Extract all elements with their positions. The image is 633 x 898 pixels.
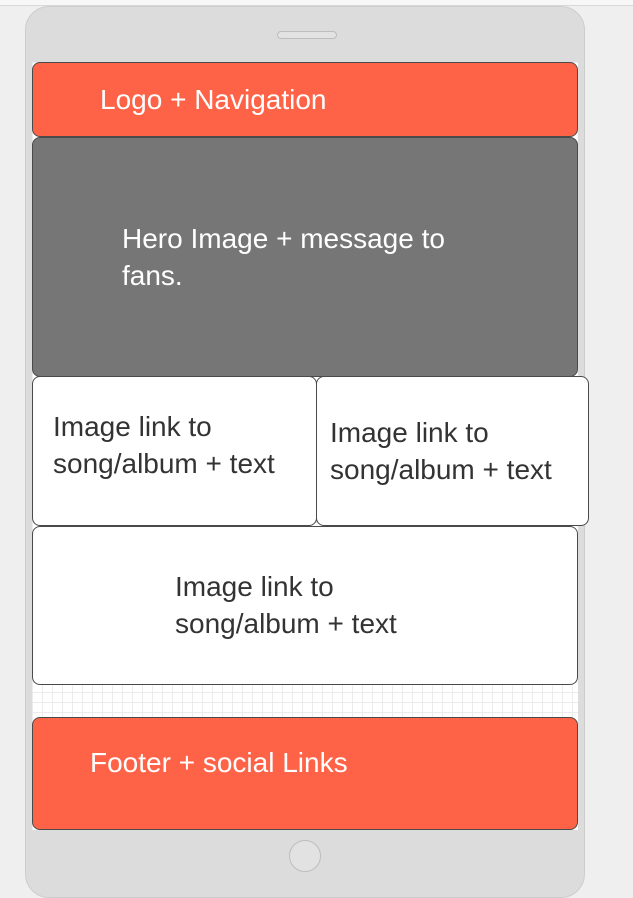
home-button[interactable] [289,840,321,872]
speaker-slot [277,31,337,39]
header-block[interactable]: Logo + Navigation [32,62,578,137]
header-label: Logo + Navigation [100,84,327,115]
hero-label: Hero Image + message to fans. [122,223,445,291]
footer-label: Footer + social Links [90,747,348,778]
song-card-1[interactable]: Image link to song/album + text [32,376,317,526]
song-card-label: Image link to song/album + text [330,417,552,485]
song-card-label: Image link to song/album + text [175,571,397,639]
song-card-2[interactable]: Image link to song/album + text [316,376,589,526]
hero-block[interactable]: Hero Image + message to fans. [32,137,578,377]
song-card-label: Image link to song/album + text [53,411,275,479]
footer-block[interactable]: Footer + social Links [32,717,578,830]
song-card-3[interactable]: Image link to song/album + text [32,526,578,685]
